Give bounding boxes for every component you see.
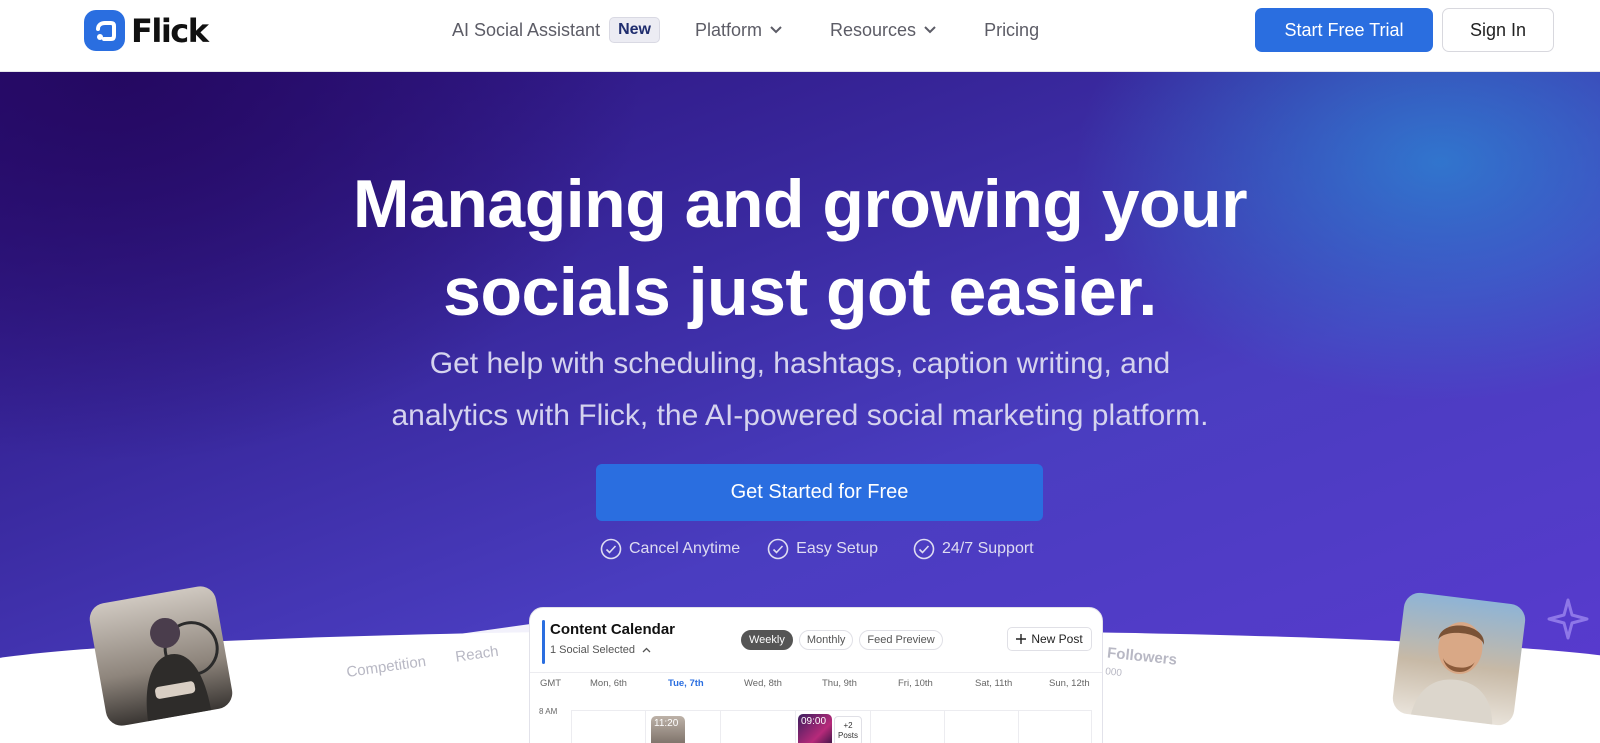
- perk-label: Cancel Anytime: [629, 540, 741, 557]
- social-selector[interactable]: 1 Social Selected: [550, 644, 651, 656]
- hero-subtitle-line-2: analytics with Flick, the AI-powered soc…: [391, 399, 1209, 432]
- content-calendar-card: Content Calendar 1 Social Selected Weekl…: [529, 607, 1103, 743]
- more-posts-badge[interactable]: +2 Posts: [834, 716, 862, 743]
- perk-label: Easy Setup: [796, 540, 878, 557]
- day-header: Thu, 9th: [822, 678, 857, 689]
- hero-title-line-1: Managing and growing your: [352, 166, 1248, 242]
- new-post-button[interactable]: New Post: [1007, 627, 1092, 651]
- social-selector-label: 1 Social Selected: [550, 644, 635, 656]
- nav-pricing-label: Pricing: [984, 19, 1040, 40]
- grid-line: [645, 710, 646, 743]
- user-photo-left: [87, 583, 235, 729]
- grid-line: [944, 710, 945, 743]
- nav-platform-label: Platform: [694, 19, 763, 40]
- hero-title-line-2: socials just got easier.: [443, 254, 1157, 330]
- day-header: Wed, 8th: [744, 678, 782, 689]
- check-circle-icon: [767, 538, 789, 560]
- flick-logo-icon: [84, 10, 125, 51]
- new-badge: New: [609, 17, 660, 43]
- new-post-label: New Post: [1031, 632, 1083, 646]
- nav-ai-social-assistant[interactable]: AI Social Assistant New: [452, 17, 660, 43]
- time-label: 8 AM: [539, 707, 558, 716]
- day-header: Fri, 10th: [898, 678, 933, 689]
- nav-resources[interactable]: Resources: [830, 20, 936, 41]
- nav-resources-label: Resources: [830, 19, 917, 40]
- calendar-view-toggle: Weekly Monthly Feed Preview: [741, 630, 949, 650]
- hero-subtitle-line-1: Get help with scheduling, hashtags, capt…: [429, 347, 1171, 380]
- day-header-today: Tue, 7th: [668, 678, 704, 689]
- chevron-down-icon: [924, 26, 936, 34]
- perks-list: Cancel Anytime Easy Setup 24/7 Support: [600, 538, 1061, 560]
- perk-item: 24/7 Support: [913, 538, 1034, 560]
- sparkle-icon: [1547, 598, 1589, 640]
- hero-title: Managing and growing your socials just g…: [0, 160, 1600, 336]
- logo[interactable]: Flick: [84, 10, 209, 51]
- person-illustration: [146, 617, 219, 722]
- grid-line: [1018, 710, 1019, 743]
- nav-platform[interactable]: Platform: [695, 20, 782, 41]
- nav-ai-social-assistant-label: AI Social Assistant: [452, 19, 601, 40]
- accent-bar: [542, 620, 545, 664]
- nav-links: AI Social Assistant New Platform Resourc…: [452, 17, 1039, 43]
- scheduled-post[interactable]: 11:20: [651, 716, 685, 743]
- perk-label: 24/7 Support: [942, 540, 1034, 557]
- reach-tab: Reach: [454, 642, 500, 666]
- hero-subtitle: Get help with scheduling, hashtags, capt…: [0, 338, 1600, 442]
- view-weekly-tab[interactable]: Weekly: [741, 630, 793, 650]
- logo-text: Flick: [131, 11, 209, 50]
- person-illustration: [1410, 622, 1493, 725]
- nav-pricing[interactable]: Pricing: [984, 20, 1039, 41]
- get-started-button[interactable]: Get Started for Free: [596, 464, 1043, 521]
- followers-label: Followers: [1106, 644, 1178, 669]
- grid-line: [795, 710, 796, 743]
- competition-tab: Competition: [345, 652, 428, 681]
- calendar-title: Content Calendar: [550, 621, 676, 638]
- grid-line: [720, 710, 721, 743]
- check-circle-icon: [600, 538, 622, 560]
- plus-icon: [1016, 634, 1027, 644]
- day-header: Sun, 12th: [1049, 678, 1090, 689]
- view-feed-preview-tab[interactable]: Feed Preview: [859, 630, 943, 650]
- day-header: Sat, 11th: [975, 678, 1013, 689]
- grid-line: [571, 710, 572, 743]
- perk-item: Cancel Anytime: [600, 538, 740, 560]
- scheduled-post[interactable]: 09:00: [798, 714, 832, 743]
- day-header: Mon, 6th: [590, 678, 627, 689]
- grid-line: [571, 710, 1091, 711]
- check-circle-icon: [913, 538, 935, 560]
- grid-line: [870, 710, 871, 743]
- grid-line: [1091, 710, 1092, 743]
- chevron-up-icon: [642, 647, 651, 653]
- timezone-label: GMT: [540, 678, 562, 689]
- post-time: 09:00: [801, 716, 827, 727]
- chevron-down-icon: [770, 26, 782, 34]
- perk-item: Easy Setup: [767, 538, 878, 560]
- top-nav: Flick AI Social Assistant New Platform R…: [0, 0, 1600, 72]
- calendar-day-headers: GMT Mon, 6th Tue, 7th Wed, 8th Thu, 9th …: [530, 678, 1102, 696]
- start-free-trial-button[interactable]: Start Free Trial: [1255, 8, 1433, 52]
- followers-value: 000: [1104, 666, 1123, 680]
- post-time: 11:20: [654, 718, 679, 729]
- view-monthly-tab[interactable]: Monthly: [798, 630, 854, 650]
- divider: [530, 672, 1102, 673]
- user-photo-right: [1391, 591, 1527, 727]
- sign-in-button[interactable]: Sign In: [1442, 8, 1554, 52]
